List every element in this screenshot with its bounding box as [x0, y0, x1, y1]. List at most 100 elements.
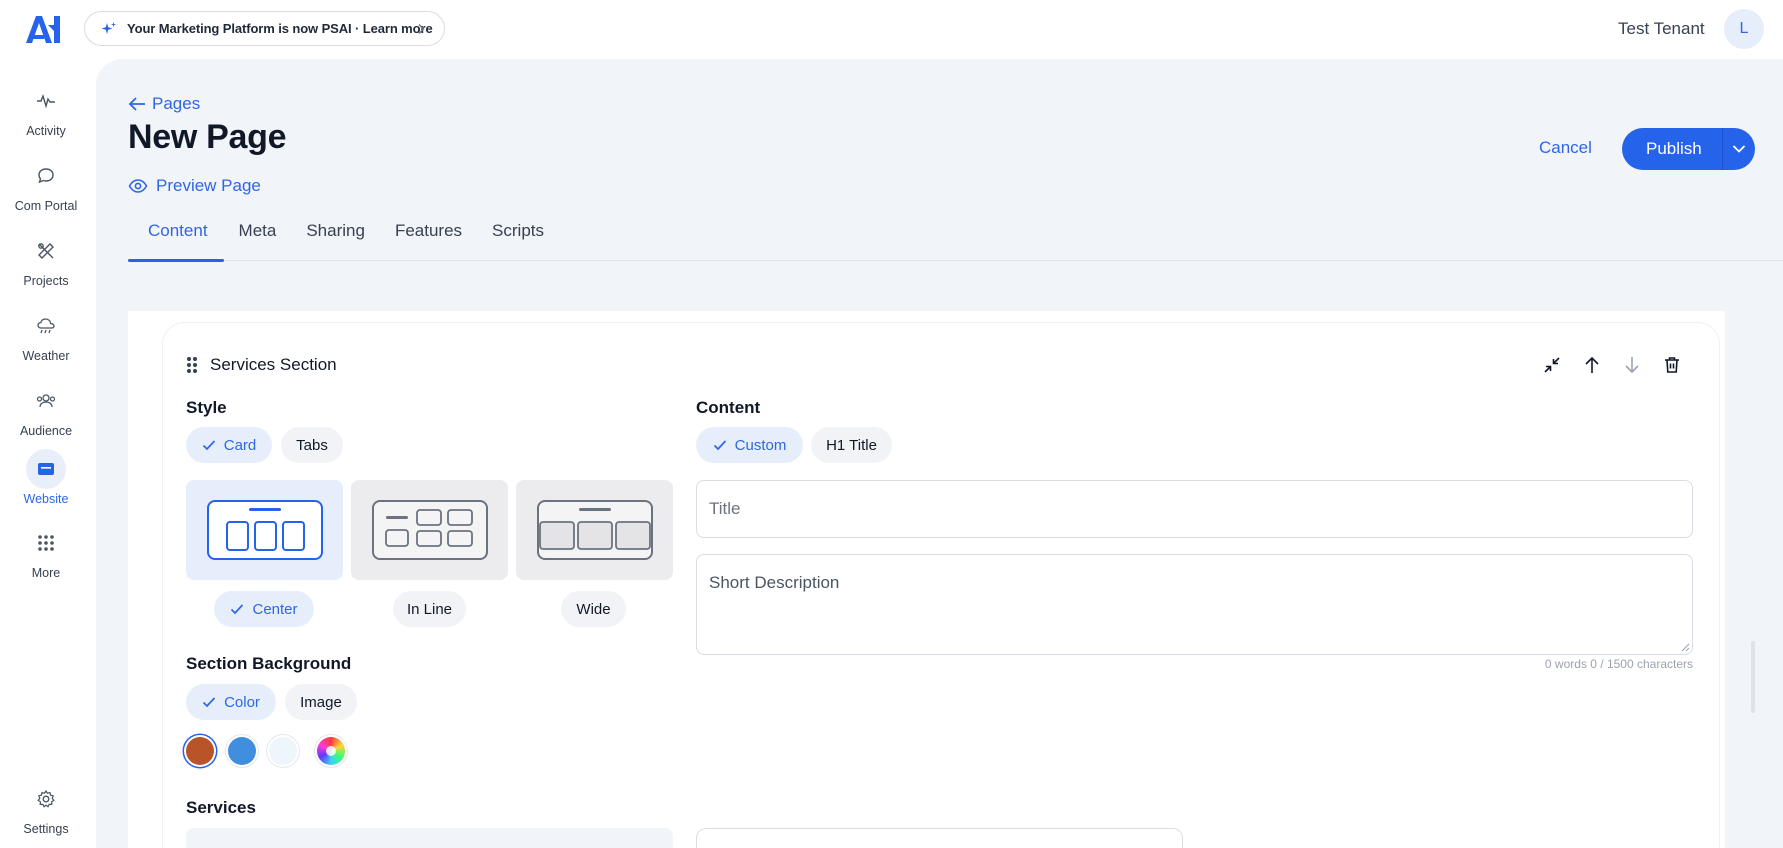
sidebar-item-weather[interactable]: Weather — [0, 306, 92, 363]
website-icon — [26, 449, 66, 489]
back-link-label: Pages — [152, 94, 201, 113]
content-option-h1-title[interactable]: H1 Title — [811, 427, 892, 463]
swatch-blue[interactable] — [228, 737, 256, 765]
style-option-tabs[interactable]: Tabs — [281, 427, 343, 463]
content-option-custom[interactable]: Custom — [696, 427, 803, 463]
publish-label: Publish — [1646, 139, 1702, 158]
color-picker-center — [326, 746, 336, 756]
sidebar-item-projects[interactable]: Projects — [0, 231, 92, 288]
preview-page-label: Preview Page — [156, 176, 261, 195]
sidebar-item-settings[interactable]: Settings — [0, 779, 92, 836]
app-logo[interactable] — [24, 13, 64, 45]
scrollbar[interactable] — [1751, 641, 1755, 713]
layout-option-label: Center — [252, 600, 298, 618]
sidebar-item-label: Com Portal — [14, 199, 78, 213]
move-down-icon[interactable] — [1623, 356, 1641, 374]
short-description-placeholder: Short Description — [709, 573, 840, 592]
background-option-color[interactable]: Color — [186, 684, 276, 720]
sidebar-item-more[interactable]: More — [0, 523, 92, 580]
title-placeholder: Title — [709, 499, 741, 518]
sidebar-item-audience[interactable]: Audience — [0, 381, 92, 438]
tab-features[interactable]: Features — [380, 215, 477, 261]
tab-meta[interactable]: Meta — [224, 215, 292, 261]
layout-center-thumb[interactable] — [186, 480, 343, 580]
layout-option-center[interactable]: Center — [214, 591, 314, 627]
swatch-light[interactable] — [269, 737, 297, 765]
sidebar-item-label: Projects — [23, 274, 69, 288]
sidebar-item-label: Website — [23, 492, 69, 506]
check-icon — [202, 697, 216, 708]
back-link[interactable]: Pages — [128, 94, 200, 114]
publish-dropdown-toggle[interactable] — [1723, 144, 1755, 154]
cancel-button[interactable]: Cancel — [1539, 138, 1592, 158]
layout-option-label: Wide — [576, 600, 611, 618]
sidebar-item-label: Weather — [22, 349, 70, 363]
tools-icon — [26, 231, 66, 271]
service-item-right[interactable] — [696, 828, 1183, 848]
weather-icon — [26, 306, 66, 346]
sidebar-item-label: Audience — [19, 424, 73, 438]
tenant-name[interactable]: Test Tenant — [1618, 19, 1705, 39]
layout-wide-thumb[interactable] — [516, 480, 673, 580]
sidebar-item-website[interactable]: Website — [0, 449, 92, 506]
style-option-label: Card — [223, 436, 257, 454]
check-icon — [202, 440, 215, 451]
layout-inline-icon — [371, 500, 488, 560]
layout-center-icon — [206, 500, 323, 560]
title-input[interactable]: Title — [696, 480, 1693, 538]
page-title: New Page — [128, 118, 287, 156]
sidebar-item-label: Settings — [23, 822, 69, 836]
arrow-left-icon — [128, 97, 145, 111]
content-heading: Content — [696, 398, 761, 417]
swatch-orange[interactable] — [186, 737, 214, 765]
layout-inline-thumb[interactable] — [351, 480, 508, 580]
color-picker-icon[interactable] — [317, 737, 345, 765]
sidebar-item-activity[interactable]: Activity — [0, 81, 92, 138]
background-option-image[interactable]: Image — [285, 684, 357, 720]
layout-option-label: In Line — [406, 600, 453, 618]
background-option-label: Color — [224, 693, 260, 711]
background-option-label: Image — [300, 693, 342, 711]
trash-icon[interactable] — [1663, 356, 1681, 374]
publish-button[interactable]: Publish — [1622, 128, 1755, 170]
activity-icon — [26, 81, 66, 121]
tab-sharing[interactable]: Sharing — [291, 215, 380, 261]
drag-handle-icon[interactable] — [186, 356, 198, 374]
sidebar-item-label: More — [31, 566, 61, 580]
section-background-heading: Section Background — [186, 654, 352, 673]
style-heading: Style — [186, 398, 227, 417]
services-heading: Services — [186, 798, 256, 817]
check-icon — [713, 440, 726, 451]
sparkle-icon — [101, 21, 116, 34]
layout-option-inline[interactable]: In Line — [393, 591, 466, 627]
resize-handle-icon[interactable] — [1680, 642, 1690, 652]
style-option-label: Tabs — [296, 436, 328, 454]
check-icon — [231, 604, 244, 615]
announcement-banner[interactable]: Your Marketing Platform is now PSAI · Le… — [84, 11, 445, 46]
move-up-icon[interactable] — [1583, 356, 1601, 374]
character-counter: 0 words 0 / 1500 characters — [1544, 657, 1693, 671]
sidebar: Activity Com Portal Projects Weather Aud… — [0, 59, 96, 848]
preview-page-link[interactable]: Preview Page — [128, 176, 261, 196]
gear-icon — [26, 779, 66, 819]
tab-scripts[interactable]: Scripts — [477, 215, 559, 261]
layout-wide-icon — [536, 500, 653, 560]
style-option-card[interactable]: Card — [186, 427, 272, 463]
layout-option-wide[interactable]: Wide — [561, 591, 626, 627]
audience-icon — [26, 381, 66, 421]
sidebar-item-com-portal[interactable]: Com Portal — [0, 156, 92, 213]
avatar[interactable]: L — [1724, 9, 1764, 49]
collapse-icon[interactable] — [1543, 356, 1561, 374]
chat-icon — [26, 156, 66, 196]
sidebar-item-label: Activity — [26, 124, 66, 138]
grid-icon — [26, 523, 66, 563]
chevron-right-icon — [418, 24, 425, 34]
tab-content[interactable]: Content — [128, 215, 224, 262]
service-item-left[interactable] — [186, 828, 673, 848]
top-bar: Your Marketing Platform is now PSAI · Le… — [0, 0, 1783, 59]
section-title: Services Section — [210, 355, 337, 374]
content-option-label: H1 Title — [826, 436, 877, 454]
chevron-down-icon — [1732, 145, 1746, 153]
short-description-textarea[interactable]: Short Description — [696, 554, 1693, 655]
eye-icon — [128, 179, 148, 193]
